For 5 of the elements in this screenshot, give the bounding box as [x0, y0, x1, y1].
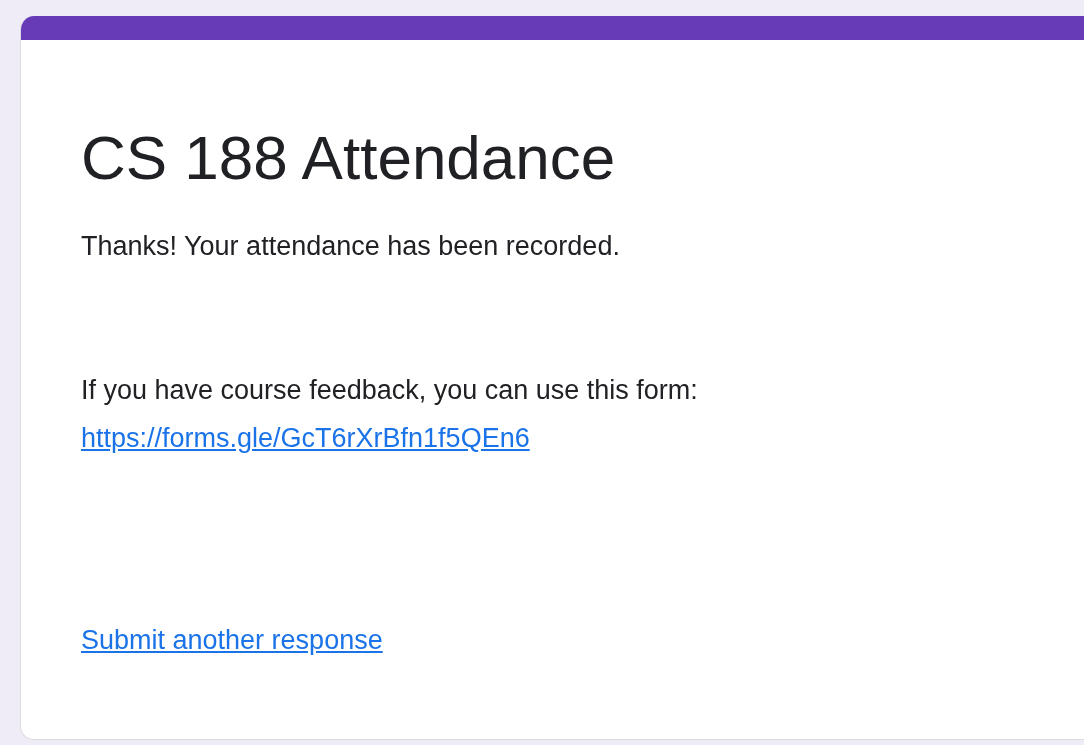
feedback-text: If you have course feedback, you can use this form:: [81, 374, 698, 407]
submit-another-link[interactable]: Submit another response: [81, 620, 383, 660]
confirmation-message: Thanks! Your attendance has been recorded.: [81, 230, 620, 263]
form-title: CS 188 Attendance: [81, 122, 616, 194]
feedback-link[interactable]: https://forms.gle/GcT6rXrBfn1f5QEn6: [81, 418, 530, 458]
